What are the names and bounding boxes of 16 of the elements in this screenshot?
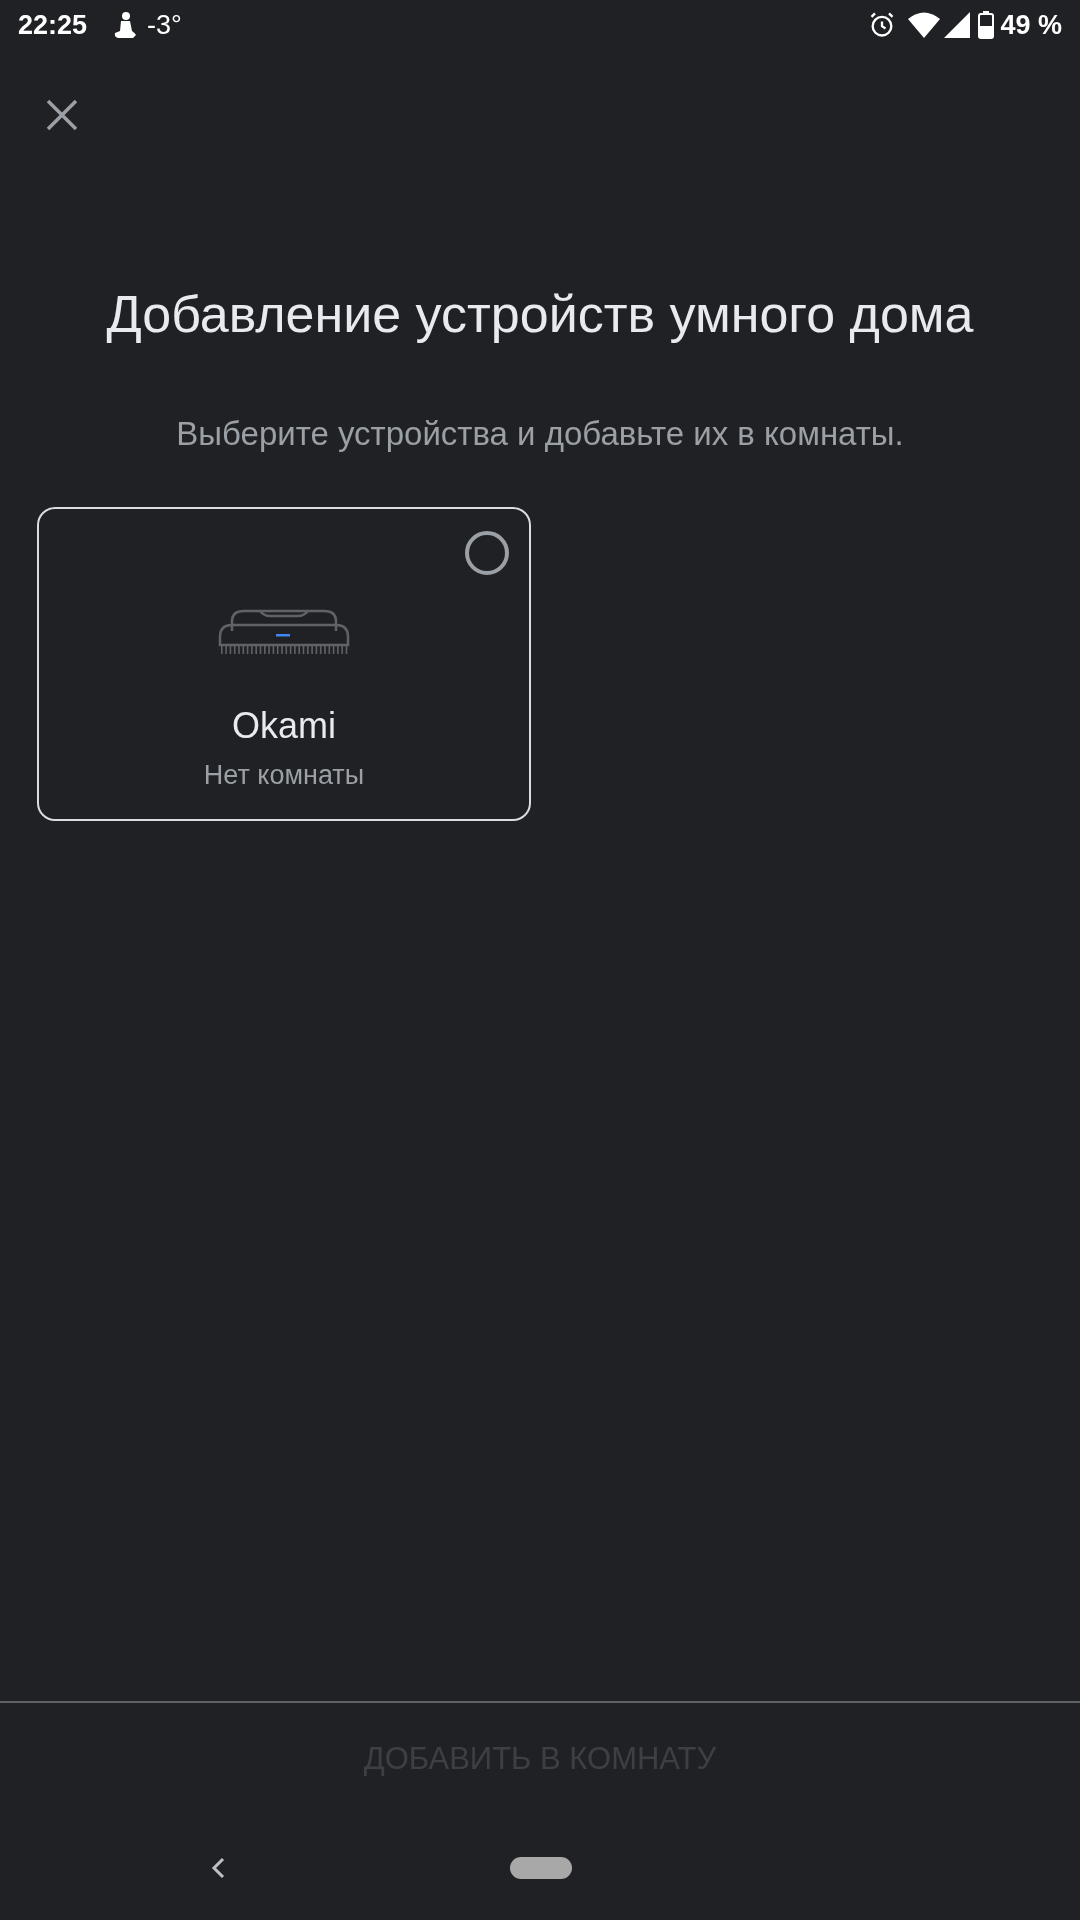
person-icon: [113, 11, 138, 39]
page-title: Добавление устройств умного дома: [105, 284, 975, 345]
battery-percent: 49 %: [1000, 8, 1062, 42]
signal-icon: [944, 12, 971, 38]
device-room: Нет комнаты: [203, 758, 365, 792]
back-nav-icon[interactable]: [210, 1856, 226, 1880]
clock: 22:25: [18, 8, 88, 42]
battery-icon: [978, 11, 995, 39]
device-name: Okami: [232, 703, 336, 748]
page-subtitle: Выберите устройства и добавьте их в комнаты.: [175, 414, 905, 454]
close-button[interactable]: [44, 97, 80, 133]
device-card[interactable]: Okami Нет комнаты: [37, 506, 531, 821]
home-pill[interactable]: [510, 1857, 572, 1879]
wifi-icon: [908, 12, 941, 38]
temperature: -3°: [147, 8, 182, 42]
selection-radio[interactable]: [465, 530, 509, 575]
